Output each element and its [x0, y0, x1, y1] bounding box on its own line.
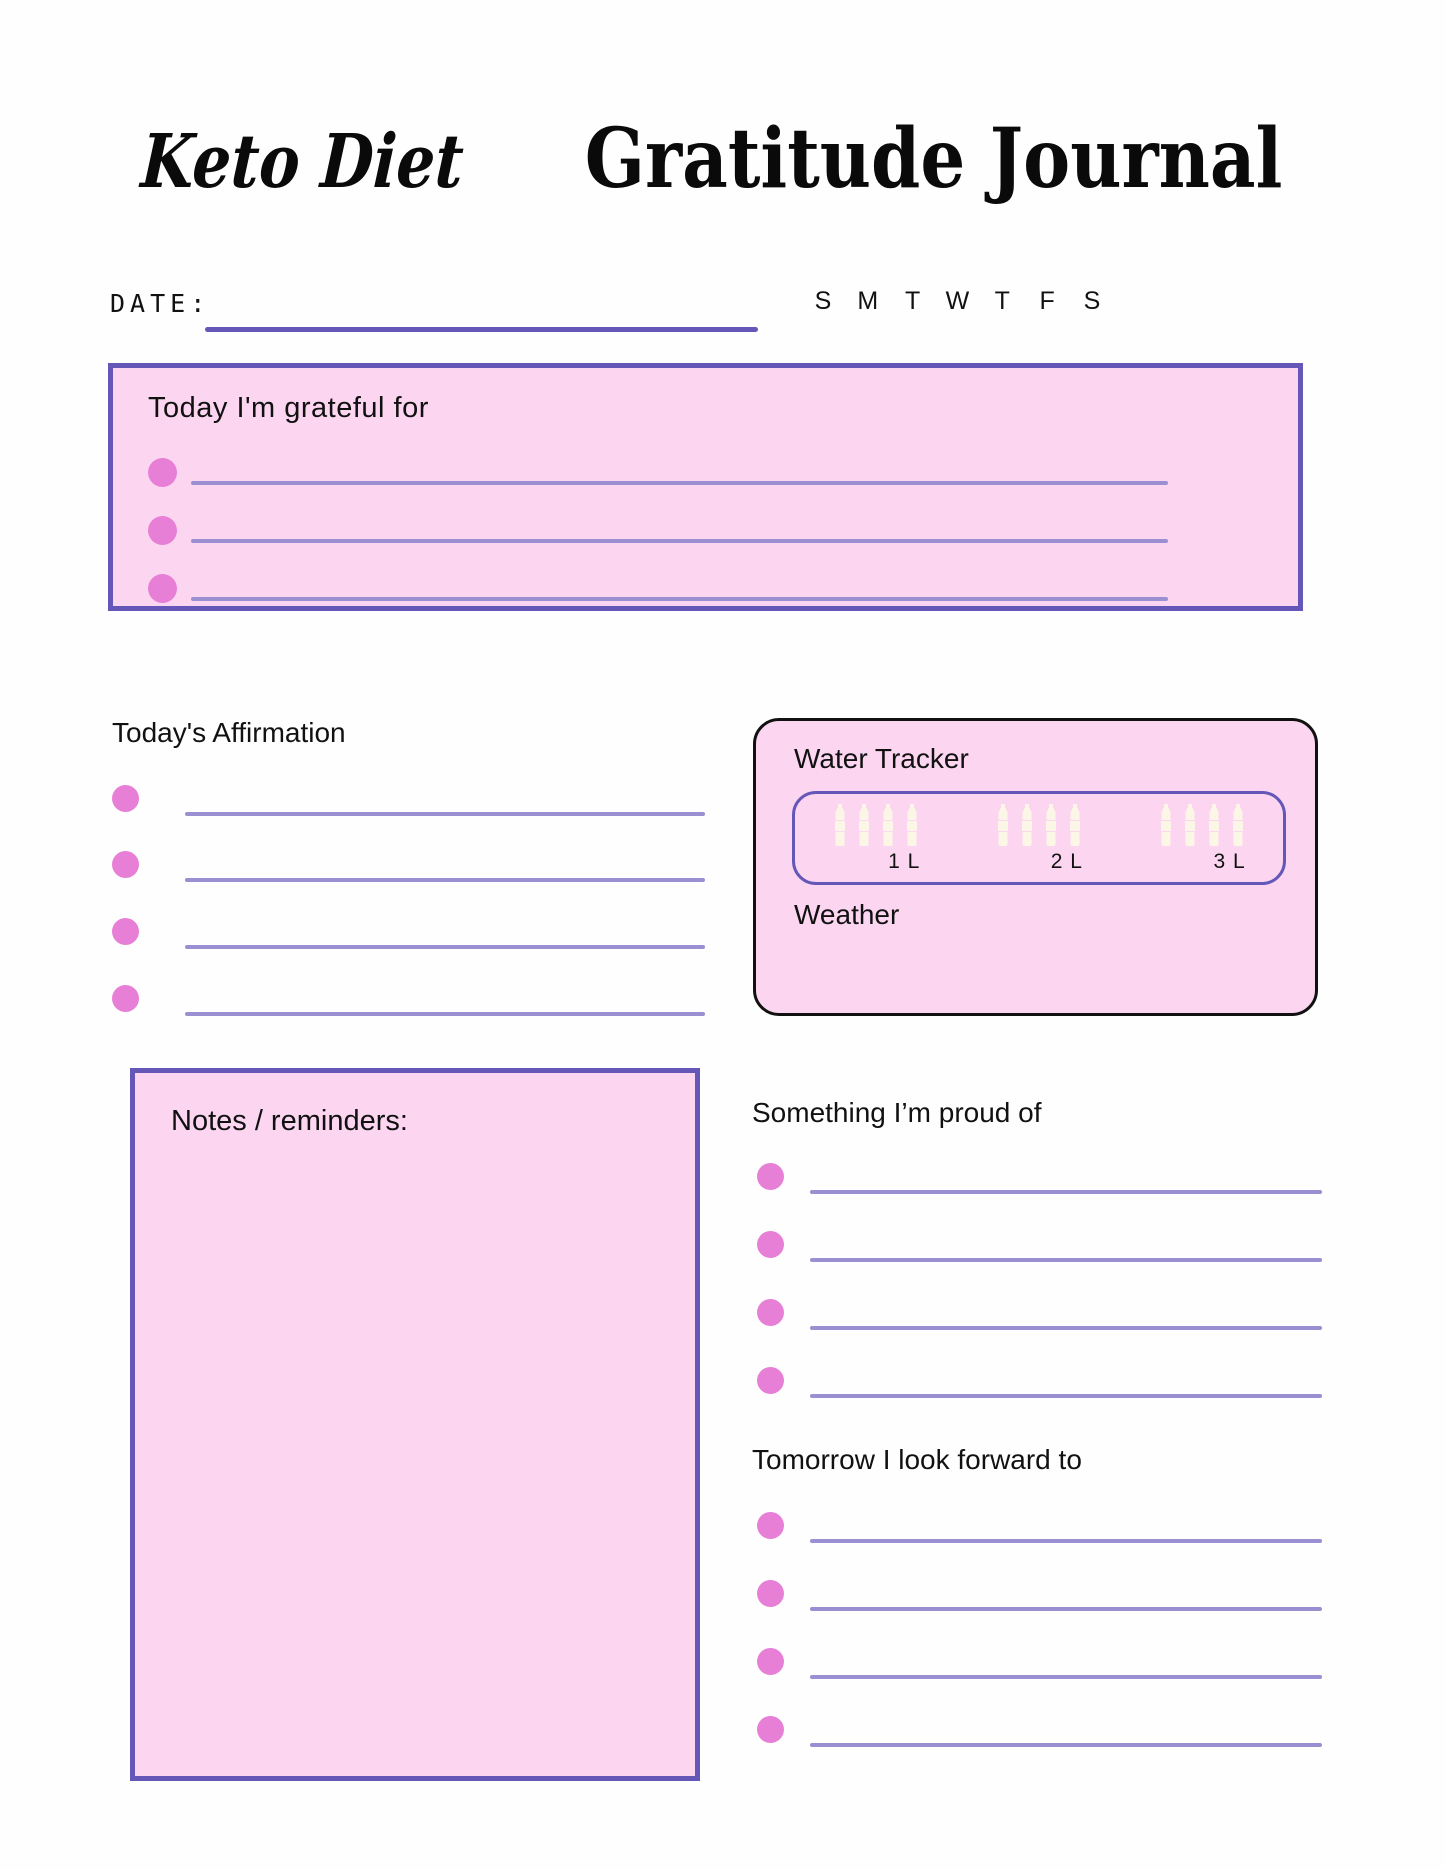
water-bottle-icon[interactable]: [1182, 804, 1198, 848]
bullet-icon: [148, 574, 177, 603]
water-label-2l: 2 L: [1050, 850, 1083, 873]
bullet-icon: [148, 516, 177, 545]
bottle-row: [1158, 804, 1246, 848]
notes-section[interactable]: Notes / reminders:: [130, 1068, 700, 1781]
water-bottle-icon[interactable]: [1230, 804, 1246, 848]
water-label-3l: 3 L: [1213, 850, 1246, 873]
weekday-thursday[interactable]: T: [989, 287, 1015, 316]
water-bottle-icon[interactable]: [832, 804, 848, 848]
grateful-section: Today I'm grateful for: [108, 363, 1303, 611]
water-bottle-icon[interactable]: [1206, 804, 1222, 848]
bullet-icon: [112, 985, 139, 1012]
grateful-line-2[interactable]: [191, 539, 1168, 543]
proud-line-3[interactable]: [810, 1326, 1322, 1330]
bullet-icon: [112, 785, 139, 812]
journal-page: Keto Diet Gratitude Journal DATE: S M T …: [0, 0, 1445, 1869]
proud-line-1[interactable]: [810, 1190, 1322, 1194]
water-label-1l: 1 L: [888, 850, 921, 873]
proud-line-4[interactable]: [810, 1394, 1322, 1398]
weekday-monday[interactable]: M: [855, 287, 881, 316]
bullet-icon: [757, 1580, 784, 1607]
bullet-icon: [757, 1716, 784, 1743]
bottle-row: [995, 804, 1083, 848]
date-label: DATE:: [110, 289, 211, 318]
water-bottle-icon[interactable]: [1067, 804, 1083, 848]
water-bottle-icon[interactable]: [856, 804, 872, 848]
water-group-1l[interactable]: 1 L: [832, 804, 920, 874]
weather-input-area[interactable]: [794, 943, 1274, 995]
bullet-icon: [757, 1512, 784, 1539]
water-tracker-heading: Water Tracker: [794, 743, 969, 774]
tomorrow-line-3[interactable]: [810, 1675, 1322, 1679]
date-row: DATE: S M T W T F S: [110, 287, 1335, 332]
bullet-icon: [112, 851, 139, 878]
water-group-3l[interactable]: 3 L: [1158, 804, 1246, 874]
date-input-line[interactable]: [205, 327, 758, 332]
grateful-line-3[interactable]: [191, 597, 1168, 601]
tomorrow-line-4[interactable]: [810, 1743, 1322, 1747]
affirmation-line-4[interactable]: [185, 1012, 705, 1016]
affirmation-line-2[interactable]: [185, 878, 705, 882]
bullet-icon: [148, 458, 177, 487]
weekday-selector[interactable]: S M T W T F S: [810, 287, 1105, 316]
weekday-sunday[interactable]: S: [810, 287, 836, 316]
tomorrow-line-1[interactable]: [810, 1539, 1322, 1543]
weekday-friday[interactable]: F: [1034, 287, 1060, 316]
tomorrow-line-2[interactable]: [810, 1607, 1322, 1611]
weekday-saturday[interactable]: S: [1079, 287, 1105, 316]
bullet-icon: [757, 1163, 784, 1190]
weekday-tuesday[interactable]: T: [900, 287, 926, 316]
bullet-icon: [757, 1648, 784, 1675]
water-bottle-icon[interactable]: [1019, 804, 1035, 848]
grateful-heading: Today I'm grateful for: [148, 392, 429, 424]
grateful-line-1[interactable]: [191, 481, 1168, 485]
page-title: Keto Diet Gratitude Journal: [0, 111, 1445, 207]
weekday-wednesday[interactable]: W: [944, 287, 970, 316]
bullet-icon: [757, 1299, 784, 1326]
water-bottle-icon[interactable]: [904, 804, 920, 848]
bullet-icon: [757, 1367, 784, 1394]
bullet-icon: [112, 918, 139, 945]
water-group-2l[interactable]: 2 L: [995, 804, 1083, 874]
weather-heading: Weather: [794, 899, 900, 930]
water-bottle-icon[interactable]: [1043, 804, 1059, 848]
proud-line-2[interactable]: [810, 1258, 1322, 1262]
water-bottle-icon[interactable]: [880, 804, 896, 848]
water-bottle-strip[interactable]: 1 L 2 L 3 L: [792, 791, 1286, 885]
notes-heading: Notes / reminders:: [171, 1105, 408, 1137]
water-bottle-icon[interactable]: [1158, 804, 1174, 848]
affirmation-line-1[interactable]: [185, 812, 705, 816]
bottle-row: [832, 804, 920, 848]
proud-heading: Something I’m proud of: [752, 1097, 1042, 1128]
water-tracker-card: Water Tracker 1 L 2 L 3 L Weather: [753, 718, 1318, 1016]
affirmation-line-3[interactable]: [185, 945, 705, 949]
tomorrow-heading: Tomorrow I look forward to: [752, 1444, 1082, 1475]
title-serif-part: Gratitude Journal: [585, 111, 1283, 207]
water-bottle-icon[interactable]: [995, 804, 1011, 848]
title-script-part: Keto Diet: [138, 119, 466, 205]
bullet-icon: [757, 1231, 784, 1258]
affirmation-heading: Today's Affirmation: [112, 717, 346, 748]
